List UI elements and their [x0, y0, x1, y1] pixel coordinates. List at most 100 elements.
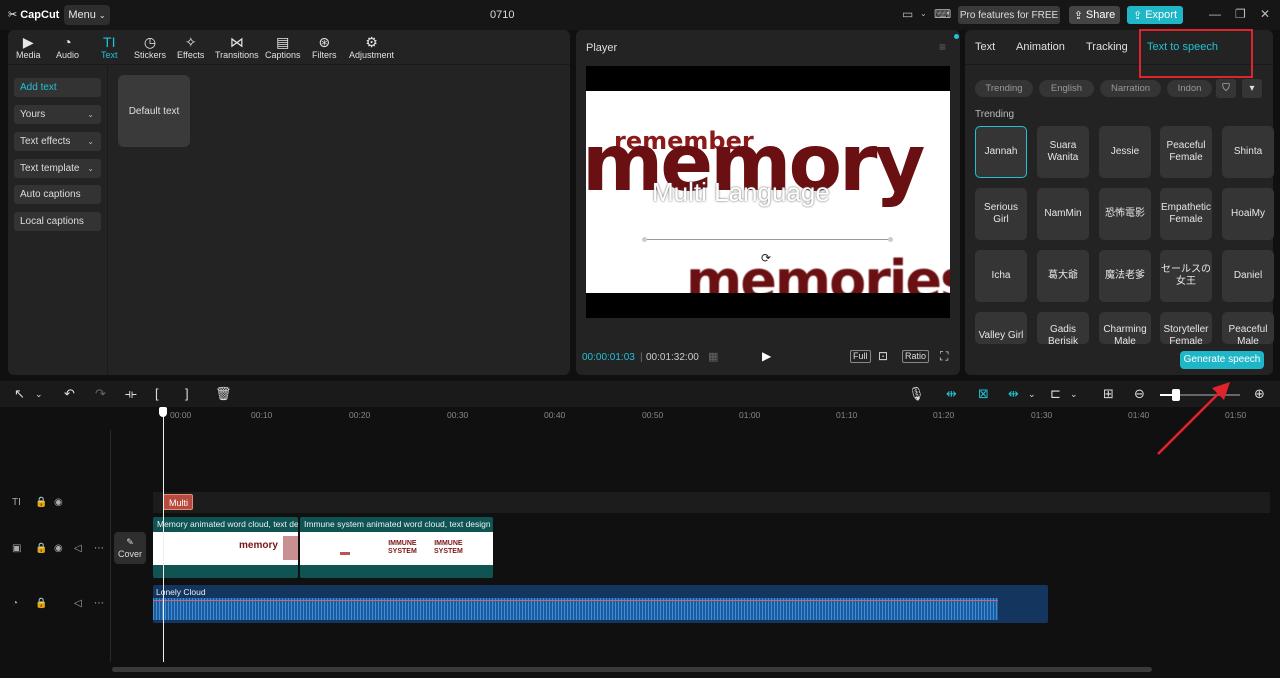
redo-icon[interactable]: ↷	[95, 386, 106, 402]
filter-chip-trending[interactable]: Trending	[975, 80, 1033, 97]
focus-icon[interactable]: ⊡	[878, 349, 888, 363]
menu-icon[interactable]: ≡	[939, 40, 946, 54]
restore-icon[interactable]: ❐	[1235, 7, 1246, 21]
play-icon[interactable]: ▶	[762, 349, 771, 363]
delete-right-icon[interactable]: ]	[185, 386, 189, 401]
full-button[interactable]: Full	[850, 350, 871, 363]
voice-card[interactable]: Storyteller Female	[1160, 312, 1212, 344]
speaker-icon[interactable]: ◁	[74, 598, 82, 609]
tab-animation[interactable]: Animation	[1016, 41, 1065, 53]
voice-card[interactable]: 恐怖電影	[1099, 188, 1151, 240]
filter-chip-indonesian[interactable]: Indon	[1167, 80, 1212, 97]
chevron-down-icon[interactable]: ⌄	[920, 9, 927, 18]
microphone-icon[interactable]: 🎙	[908, 386, 925, 402]
voice-card[interactable]: Charming Male	[1099, 312, 1151, 344]
voice-card[interactable]: Peaceful Female	[1160, 126, 1212, 178]
filter-icon[interactable]: ⛉	[1216, 79, 1236, 98]
audio-clip[interactable]: Lonely Cloud	[153, 585, 1048, 623]
text-clip[interactable]: Multi	[163, 494, 193, 510]
tab-tracking[interactable]: Tracking	[1086, 41, 1128, 53]
sidebar-item-yours[interactable]: Yours ⌄	[14, 105, 101, 124]
keyboard-icon[interactable]: ⌨	[934, 7, 951, 21]
export-button[interactable]: ⇪ Export	[1127, 6, 1183, 24]
timeline-scrollbar[interactable]	[112, 667, 1152, 672]
resize-handle[interactable]	[642, 237, 647, 242]
timeline-ruler[interactable]: 00:00 00:10 00:20 00:30 00:40 00:50 01:0…	[110, 408, 1280, 422]
menu-button[interactable]: Menu ⌄	[64, 5, 110, 25]
fullscreen-icon[interactable]: ⛶	[940, 349, 948, 364]
tool-transitions[interactable]: ⋈ Transitions	[215, 35, 259, 61]
eye-icon[interactable]: ◉	[54, 497, 63, 508]
voice-card[interactable]: Serious Girl	[975, 188, 1027, 240]
more-icon[interactable]: ⋯	[94, 543, 104, 554]
tool-audio[interactable]: ◔ Audio	[56, 35, 79, 61]
chevron-down-icon[interactable]: ▾	[1242, 79, 1262, 98]
undo-icon[interactable]: ↶	[64, 386, 75, 402]
lock-icon[interactable]: 🔒	[35, 598, 47, 609]
voice-card[interactable]: Suara Wanita	[1037, 126, 1089, 178]
grid-icon[interactable]: ▦	[708, 350, 718, 363]
sidebar-item-text-effects[interactable]: Text effects ⌄	[14, 132, 101, 151]
sidebar-item-auto-captions[interactable]: Auto captions	[14, 185, 101, 204]
magnet-icon[interactable]: ⊠	[978, 386, 989, 402]
sidebar-item-local-captions[interactable]: Local captions	[14, 212, 101, 231]
zoom-out-icon[interactable]: ⊖	[1134, 386, 1145, 402]
eye-icon[interactable]: ◉	[54, 543, 63, 554]
layout-icon[interactable]: ▭	[902, 7, 913, 21]
ratio-button[interactable]: Ratio	[902, 350, 930, 363]
lock-icon[interactable]: 🔒	[35, 497, 47, 508]
voice-card[interactable]: Shinta	[1222, 126, 1274, 178]
share-button[interactable]: ⇪ Share	[1069, 6, 1120, 24]
resize-handle[interactable]	[888, 237, 893, 242]
voice-card[interactable]: セールスの女王	[1160, 250, 1212, 302]
tool-adjustment[interactable]: ⚙ Adjustment	[349, 35, 394, 61]
tool-media[interactable]: ▶ Media	[16, 35, 41, 61]
playhead-handle[interactable]	[159, 407, 167, 417]
preview-overlay-text[interactable]: Multi Language	[652, 177, 830, 208]
cover-button[interactable]: ✎ Cover	[114, 532, 146, 564]
voice-card[interactable]: Jannah	[975, 126, 1027, 178]
voice-card[interactable]: Icha	[975, 250, 1027, 302]
voice-card[interactable]: Valley Girl	[975, 312, 1027, 344]
tool-effects[interactable]: ✧ Effects	[177, 35, 204, 61]
voice-card[interactable]: Empathetic Female	[1160, 188, 1212, 240]
close-icon[interactable]: ✕	[1260, 7, 1270, 21]
video-preview[interactable]: remember memory Multi Language ⟳ memorie…	[586, 66, 950, 318]
video-clip[interactable]: Memory animated word cloud, text design …	[153, 517, 298, 578]
delete-left-icon[interactable]: [	[155, 386, 159, 401]
filter-chip-narration[interactable]: Narration	[1100, 80, 1161, 97]
voice-card[interactable]: 魔法老爹	[1099, 250, 1151, 302]
zoom-in-icon[interactable]: ⊕	[1254, 386, 1265, 402]
split-icon[interactable]: ⟛	[125, 386, 137, 402]
generate-speech-button[interactable]: Generate speech	[1180, 351, 1264, 369]
tab-text[interactable]: Text	[975, 41, 995, 53]
voice-card[interactable]: Peaceful Male	[1222, 312, 1274, 344]
tool-captions[interactable]: ▤ Captions	[265, 35, 301, 61]
voice-card[interactable]: Gadis Berisik	[1037, 312, 1089, 344]
pro-features-button[interactable]: Pro features for FREE	[958, 6, 1060, 24]
select-cursor-icon[interactable]: ↖	[14, 386, 25, 402]
default-text-card[interactable]: Default text	[118, 75, 190, 147]
voice-card[interactable]: 葛大爺	[1037, 250, 1089, 302]
voice-card[interactable]: Daniel	[1222, 250, 1274, 302]
chevron-down-icon[interactable]: ⌄	[1070, 389, 1078, 400]
more-icon[interactable]: ⋯	[94, 598, 104, 609]
link-track-icon[interactable]: ⇹	[946, 386, 957, 402]
tool-text[interactable]: TI Text	[101, 35, 118, 61]
filter-chip-english[interactable]: English	[1039, 80, 1094, 97]
voice-card[interactable]: NamMin	[1037, 188, 1089, 240]
sidebar-item-add-text[interactable]: Add text	[14, 78, 101, 97]
speaker-icon[interactable]: ◁	[74, 543, 82, 554]
chevron-down-icon[interactable]: ⌄	[35, 389, 43, 400]
preview-axis-icon[interactable]: ⊏	[1050, 386, 1061, 402]
minimize-icon[interactable]: —	[1209, 7, 1221, 21]
trash-icon[interactable]: 🗑	[215, 386, 232, 402]
snap-icon[interactable]: ⇹	[1008, 386, 1019, 402]
tool-stickers[interactable]: ◷ Stickers	[134, 35, 166, 61]
fit-timeline-icon[interactable]: ⊞	[1103, 386, 1114, 402]
sidebar-item-text-template[interactable]: Text template ⌄	[14, 159, 101, 178]
voice-card[interactable]: HoaiMy	[1222, 188, 1274, 240]
voice-card[interactable]: Jessie	[1099, 126, 1151, 178]
tool-filters[interactable]: ⊛ Filters	[312, 35, 337, 61]
video-clip[interactable]: Immune system animated word cloud, text …	[300, 517, 493, 578]
